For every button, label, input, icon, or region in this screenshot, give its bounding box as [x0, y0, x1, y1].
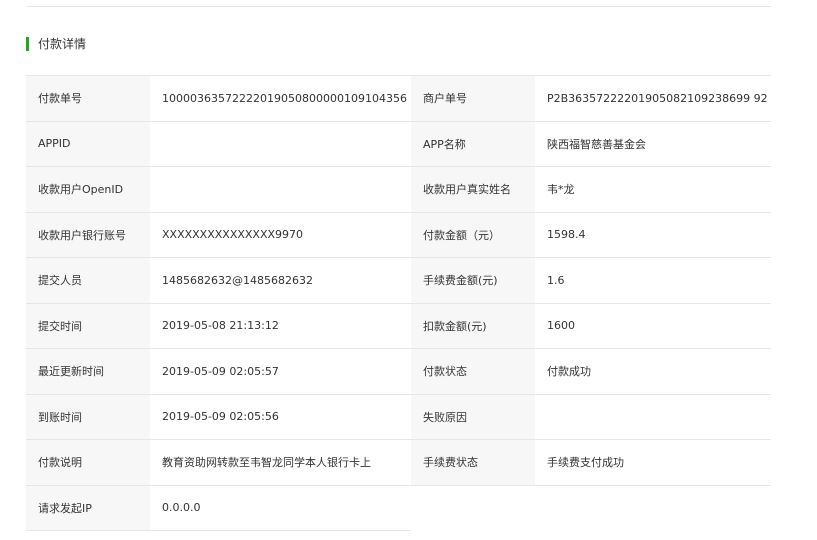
openid-value: [150, 167, 411, 212]
table-row-description: 付款说明 教育资助网转款至韦智龙同学本人银行卡上 手续费状态 手续费支付成功: [26, 440, 771, 486]
deduct-amount-value: 1600: [535, 303, 771, 348]
payment-amount-value: 1598.4: [535, 212, 771, 257]
fee-status-value: 手续费支付成功: [535, 440, 771, 485]
submit-time-value: 2019-05-08 21:13:12: [150, 303, 411, 348]
table-row-request-ip: 请求发起IP 0.0.0.0: [26, 485, 411, 531]
payment-amount-label: 付款金额（元）: [411, 212, 535, 257]
appid-value: [150, 121, 411, 166]
fee-amount-value: 1.6: [535, 258, 771, 303]
request-ip-value: 0.0.0.0: [150, 485, 411, 530]
appid-label: APPID: [26, 121, 150, 166]
request-ip-label: 请求发起IP: [26, 485, 150, 530]
description-label: 付款说明: [26, 440, 150, 485]
table-row-submit-time: 提交时间 2019-05-08 21:13:12 扣款金额(元) 1600: [26, 303, 771, 349]
payment-status-label: 付款状态: [411, 349, 535, 394]
submitter-label: 提交人员: [26, 258, 150, 303]
table-row-submitter: 提交人员 1485682632@1485682632 手续费金额(元) 1.6: [26, 258, 771, 304]
arrival-time-label: 到账时间: [26, 394, 150, 439]
table-row-appid: APPID APP名称 陕西福智慈善基金会: [26, 121, 771, 167]
section-header: 付款详情: [26, 37, 86, 51]
description-value: 教育资助网转款至韦智龙同学本人银行卡上: [150, 440, 411, 485]
bank-account-value: XXXXXXXXXXXXXXX9970: [150, 212, 411, 257]
merchant-no-value: P2B36357222201905082109238699 92: [535, 76, 771, 121]
payment-status-value: 付款成功: [535, 349, 771, 394]
section-title: 付款详情: [38, 37, 87, 51]
section-accent-bar: [26, 37, 29, 51]
failure-reason-value: [535, 394, 771, 439]
fee-status-label: 手续费状态: [411, 440, 535, 485]
table-row-openid: 收款用户OpenID 收款用户真实姓名 韦*龙: [26, 167, 771, 213]
app-name-value: 陕西福智慈善基金会: [535, 121, 771, 166]
failure-reason-label: 失败原因: [411, 394, 535, 439]
top-divider: [26, 6, 771, 7]
openid-label: 收款用户OpenID: [26, 167, 150, 212]
submit-time-label: 提交时间: [26, 303, 150, 348]
payment-no-label: 付款单号: [26, 76, 150, 121]
update-time-value: 2019-05-09 02:05:57: [150, 349, 411, 394]
payment-details-table: 付款单号 10000363572222019050800000109104356…: [26, 75, 771, 531]
table-row-arrival-time: 到账时间 2019-05-09 02:05:56 失败原因: [26, 394, 771, 440]
real-name-value: 韦*龙: [535, 167, 771, 212]
app-name-label: APP名称: [411, 121, 535, 166]
payment-no-value: 10000363572222019050800000109104356: [150, 76, 411, 121]
table-row-payment-no: 付款单号 10000363572222019050800000109104356…: [26, 76, 771, 122]
table-row-bank-account: 收款用户银行账号 XXXXXXXXXXXXXXX9970 付款金额（元） 159…: [26, 212, 771, 258]
update-time-label: 最近更新时间: [26, 349, 150, 394]
bank-account-label: 收款用户银行账号: [26, 212, 150, 257]
fee-amount-label: 手续费金额(元): [411, 258, 535, 303]
deduct-amount-label: 扣款金额(元): [411, 303, 535, 348]
arrival-time-value: 2019-05-09 02:05:56: [150, 394, 411, 439]
merchant-no-label: 商户单号: [411, 76, 535, 121]
real-name-label: 收款用户真实姓名: [411, 167, 535, 212]
table-row-update-time: 最近更新时间 2019-05-09 02:05:57 付款状态 付款成功: [26, 349, 771, 395]
submitter-value: 1485682632@1485682632: [150, 258, 411, 303]
